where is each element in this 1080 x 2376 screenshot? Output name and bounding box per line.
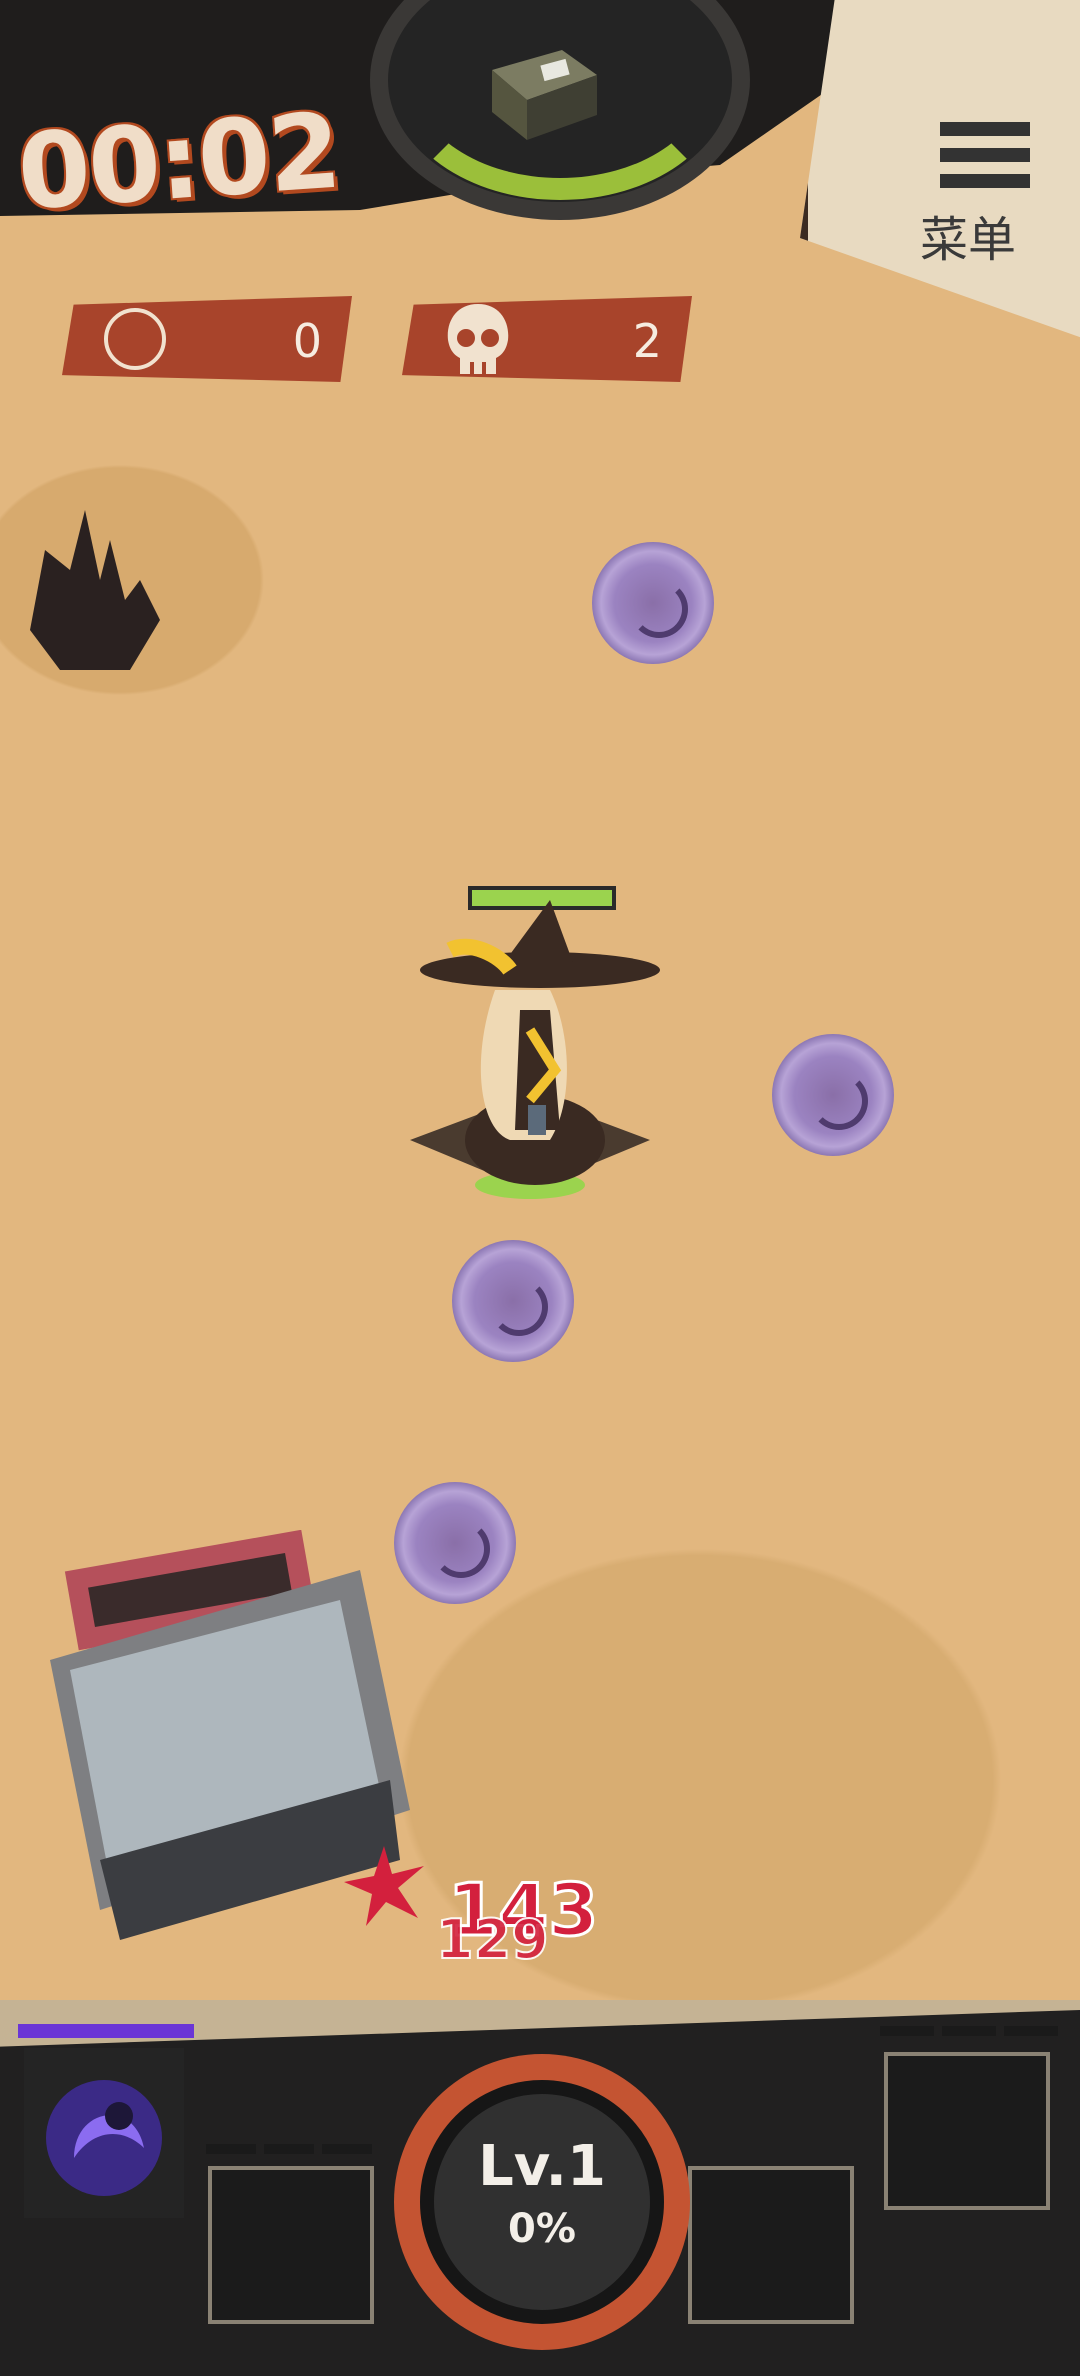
skill-slot-2[interactable] (208, 2166, 374, 2324)
hit-spark-icon (344, 1846, 424, 1926)
skill-charge-bar (18, 2024, 194, 2038)
menu-label: 菜单 (920, 212, 1017, 268)
kill-count: 2 (632, 314, 662, 368)
menu-icon-bar (940, 148, 1030, 162)
witch-character (410, 900, 660, 1199)
vortex-orb (592, 542, 714, 664)
coin-count: 0 (292, 314, 322, 368)
slot-indicator (880, 2026, 934, 2036)
skill-slot-3[interactable] (688, 2166, 854, 2324)
kill-counter: 2 (402, 296, 692, 382)
level-label: Lv.1 (478, 2134, 606, 2199)
skill-icon (46, 2080, 162, 2196)
skill-slot-4[interactable] (884, 2052, 1050, 2210)
level-up-button[interactable]: Lv.1 0% (420, 2080, 664, 2324)
damage-number: 129 (435, 1907, 550, 1972)
coin-counter: 0 (62, 296, 352, 382)
level-progress: 0% (508, 2206, 576, 2252)
menu-button[interactable]: 菜单 (900, 110, 1050, 270)
game-timer: 00:02 (14, 89, 343, 234)
slot-indicator (322, 2144, 372, 2154)
menu-icon-bar (940, 174, 1030, 188)
vortex-orb (452, 1240, 574, 1362)
skill-slot-1[interactable] (24, 2048, 184, 2218)
menu-icon (940, 122, 1030, 136)
fire-icon (30, 510, 160, 670)
slot-indicator (264, 2144, 314, 2154)
supply-crate-icon[interactable] (482, 40, 602, 150)
slot-indicator (1004, 2026, 1058, 2036)
slot-indicator (942, 2026, 996, 2036)
vortex-orb (772, 1034, 894, 1156)
slot-indicator (206, 2144, 256, 2154)
